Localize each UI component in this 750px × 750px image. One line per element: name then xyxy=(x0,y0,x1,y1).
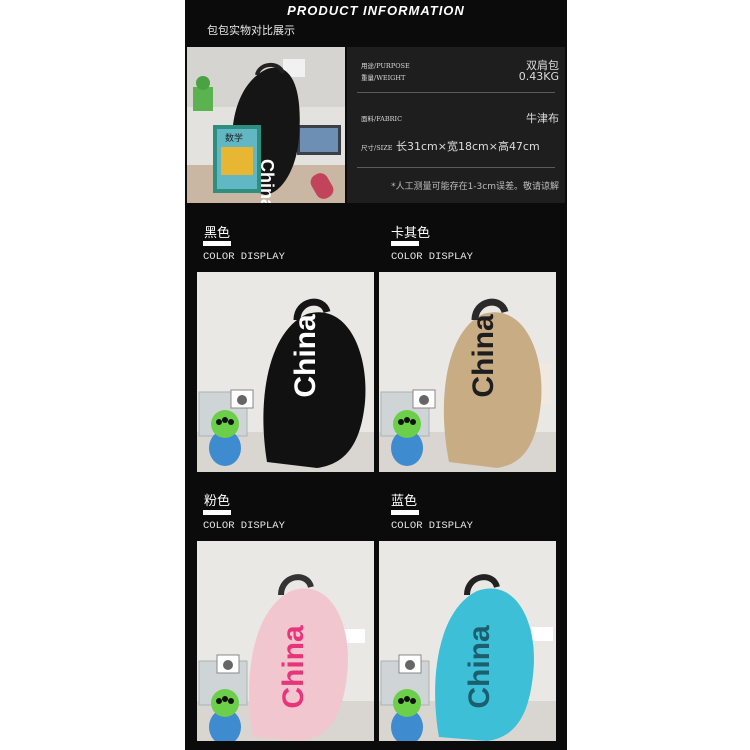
color-name-black: 黑色 xyxy=(204,226,231,241)
weight-value: 0.43KG xyxy=(518,70,559,83)
black-bag-text: China xyxy=(289,314,322,398)
product-info-panel: PRODUCT INFORMATION 包包实物对比展示 China 数学 用途… xyxy=(185,0,567,750)
color-display-blue: COLOR DISPLAY xyxy=(391,520,473,532)
size-row: 尺寸/SIZE 长31cm×宽18cm×高47cm xyxy=(361,138,540,154)
color-display-khaki: COLOR DISPLAY xyxy=(391,251,473,263)
color-tile-khaki: China xyxy=(379,272,556,472)
color-name-blue: 蓝色 xyxy=(391,494,418,509)
measurement-note: *人工测量可能存在1-3cm误差。敬请谅解 xyxy=(391,182,559,192)
purpose-label: 用途/PURPOSE xyxy=(361,62,410,70)
color-bar-khaki xyxy=(391,241,419,246)
khaki-bag-text: China xyxy=(467,314,500,398)
color-name-khaki: 卡其色 xyxy=(391,226,431,241)
spec-divider-2 xyxy=(357,167,555,168)
size-label: 尺寸/SIZE xyxy=(361,144,393,152)
book-title: 数学 xyxy=(225,132,243,144)
color-display-black: COLOR DISPLAY xyxy=(203,251,285,263)
header-subtitle: 包包实物对比展示 xyxy=(207,24,295,37)
color-tile-black: China xyxy=(197,272,374,472)
color-bar-blue xyxy=(391,510,419,515)
spec-panel: 用途/PURPOSE 双肩包 重量/WEIGHT 0.43KG 面料/FABRI… xyxy=(347,47,565,203)
blue-bag-text: China xyxy=(463,625,496,709)
color-bar-pink xyxy=(203,510,231,515)
fabric-value: 牛津布 xyxy=(526,112,559,125)
color-bar-black xyxy=(203,241,231,246)
spec-divider xyxy=(357,92,555,93)
color-tile-pink: China xyxy=(197,541,374,741)
color-tile-blue: China xyxy=(379,541,556,741)
color-name-pink: 粉色 xyxy=(204,494,231,509)
size-value: 长31cm×宽18cm×高47cm xyxy=(395,140,540,153)
header-title: PRODUCT INFORMATION xyxy=(287,3,465,18)
pink-bag-text: China xyxy=(277,625,310,709)
color-display-pink: COLOR DISPLAY xyxy=(203,520,285,532)
fabric-label: 面料/FABRIC xyxy=(361,115,403,123)
product-photo: China 数学 xyxy=(187,47,345,203)
weight-label: 重量/WEIGHT xyxy=(361,74,406,82)
